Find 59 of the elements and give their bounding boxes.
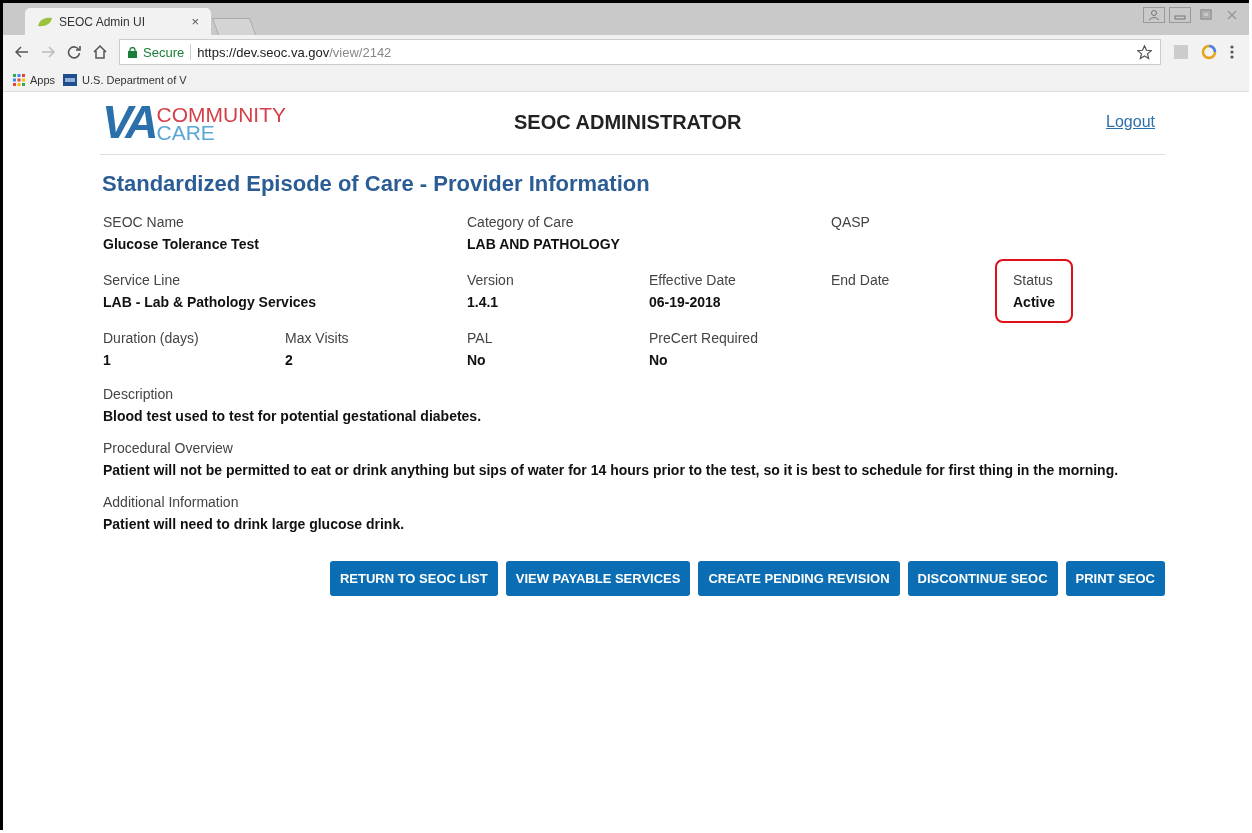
ring-icon[interactable] [1201, 44, 1217, 60]
grid-icon [13, 74, 25, 86]
field-value: LAB AND PATHOLOGY [467, 235, 621, 254]
close-icon[interactable]: × [191, 14, 199, 29]
field-value: Active [1013, 293, 1056, 312]
field-value: 2 [285, 351, 294, 370]
section-text: Patient will need to drink large glucose drink. [103, 515, 406, 534]
field-value: 1.4.1 [467, 293, 500, 312]
section-label: Additional Information [103, 493, 240, 512]
flag-icon [63, 74, 78, 86]
home-icon[interactable] [93, 45, 107, 59]
action-button[interactable]: PRINT SEOC [1065, 561, 1165, 596]
field-value: No [649, 351, 669, 370]
field-label: Max Visits [285, 329, 350, 348]
new-tab-button[interactable] [211, 18, 257, 35]
star-icon[interactable] [1137, 44, 1152, 60]
extension-icon[interactable] [1173, 44, 1189, 60]
section-label: Description [103, 385, 175, 404]
user-icon[interactable] [1143, 7, 1165, 23]
field-label: Category of Care [467, 213, 575, 232]
leaf-icon [37, 15, 53, 28]
field-label: Duration (days) [103, 329, 200, 348]
bookmark-item[interactable]: U.S. Department of V [63, 74, 187, 86]
reload-icon[interactable] [67, 45, 81, 59]
action-button[interactable]: RETURN TO SEOC LIST [329, 561, 498, 596]
field-label: SEOC Name [103, 213, 185, 232]
field-value: 06-19-2018 [649, 293, 722, 312]
action-button[interactable]: VIEW PAYABLE SERVICES [505, 561, 691, 596]
field-label: QASP [831, 213, 871, 232]
field-label: PAL [467, 329, 494, 348]
field-value: 1 [103, 351, 112, 370]
field-label: Service Line [103, 271, 182, 290]
logout-link[interactable]: Logout [1106, 113, 1155, 131]
tab-title: SEOC Admin UI [59, 14, 147, 29]
field-label: PreCert Required [649, 329, 759, 348]
browser-tab[interactable]: SEOC Admin UI × [25, 8, 211, 35]
section-text: Patient will not be permitted to eat or drink anything but sips of water for 14 hours prior to the test, so it is best to schedule for first thing in the morning. [103, 461, 1120, 480]
address-bar[interactable]: Secure https://dev.seoc.va.gov/view/2142 [119, 39, 1161, 65]
field-value: Glucose Tolerance Test [103, 235, 260, 254]
url-text: https://dev.seoc.va.gov/view/2142 [197, 44, 393, 60]
bookmark-item[interactable]: Apps [13, 74, 56, 86]
field-value: LAB - Lab & Pathology Services [103, 293, 318, 312]
action-button[interactable]: DISCONTINUE SEOC [907, 561, 1058, 596]
page-title: Standardized Episode of Care - Provider Information [102, 171, 651, 197]
menu-icon[interactable] [1229, 44, 1235, 60]
back-icon[interactable] [15, 45, 29, 59]
action-button[interactable]: CREATE PENDING REVISION [698, 561, 900, 596]
lock-icon [128, 46, 137, 58]
secure-label: Secure [143, 44, 185, 60]
section-label: Procedural Overview [103, 439, 234, 458]
field-label: Version [467, 271, 515, 290]
field-label: Status [1013, 271, 1054, 290]
minimize-icon[interactable] [1169, 7, 1191, 23]
app-title: SEOC ADMINISTRATOR [513, 110, 743, 134]
section-text: Blood test used to test for potential gestational diabetes. [103, 407, 483, 426]
field-label: End Date [831, 271, 891, 290]
forward-icon[interactable] [41, 45, 55, 59]
field-label: Effective Date [649, 271, 737, 290]
field-value: No [467, 351, 487, 370]
